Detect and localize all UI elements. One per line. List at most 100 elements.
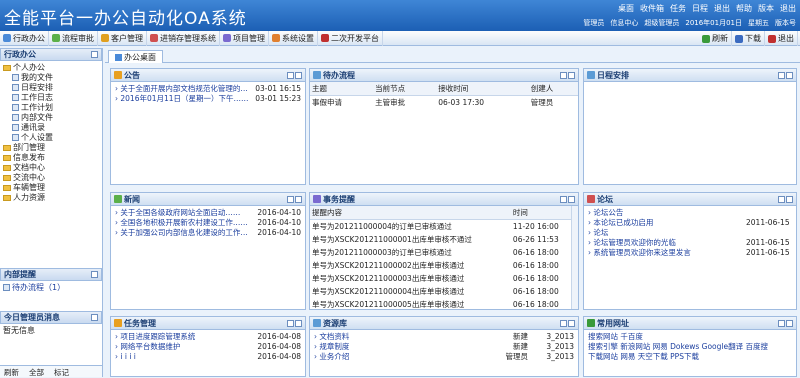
close-icon[interactable] (295, 195, 302, 203)
toolbar-workflow[interactable]: 流程审批 (49, 30, 98, 46)
collapse-icon[interactable] (91, 51, 98, 58)
message-close-icon[interactable] (91, 314, 98, 321)
download-button[interactable]: 下载 (732, 31, 765, 46)
tree-item[interactable]: 通讯录 (3, 123, 99, 133)
tree-folder[interactable]: 部门管理 (3, 143, 99, 153)
forum-title: › 系统管理员欢迎你来这里发言 (588, 248, 691, 257)
minimize-icon[interactable] (287, 71, 294, 79)
flow-row[interactable]: 单号为XSCK201211000005出库单审核通过 06-16 18:00 (310, 298, 572, 309)
task-item[interactable]: › 网络平台数据维护 2016-04-08 (115, 342, 301, 352)
tree-folder[interactable]: 文档中心 (3, 163, 99, 173)
top-nav-help[interactable]: 帮助 (736, 3, 752, 14)
tree-folder[interactable]: 人力资源 (3, 193, 99, 203)
news-item[interactable]: › 关于加强公司内部信息化建设的工作意见 2016-04-10 (115, 228, 301, 238)
close-icon[interactable] (295, 71, 302, 79)
notice-item[interactable]: › 关于全面开展内部文档规范化管理的通知 03-01 16:15 (115, 84, 301, 94)
flow-column-header[interactable]: 时间 (510, 206, 572, 220)
top-nav-schedule[interactable]: 日程 (692, 3, 708, 14)
resource-item[interactable]: › 业务介绍 管理员 3_2013 (314, 352, 574, 362)
task-item[interactable]: › i i i i 2016-04-08 (115, 352, 301, 362)
todo-column-header[interactable]: 主题 (310, 82, 374, 96)
tree-item[interactable]: 内部文件 (3, 113, 99, 123)
exit-button[interactable]: 退出 (765, 31, 798, 46)
close-icon[interactable] (568, 319, 575, 327)
minimize-icon[interactable] (560, 195, 567, 203)
forum-item[interactable]: › 论坛 (588, 228, 792, 238)
toolbar-project[interactable]: 项目管理 (220, 30, 269, 46)
tab-desktop[interactable]: 办公桌面 (108, 50, 163, 63)
todo-column-header[interactable]: 创建人 (528, 82, 578, 96)
forum-item[interactable]: › 论坛管理员欢迎你的光临 2011-06-15 15 (588, 238, 792, 248)
minimize-icon[interactable] (778, 195, 785, 203)
top-nav-inbox[interactable]: 收件箱 (640, 3, 664, 14)
toolbar-dev[interactable]: 二次开发平台 (318, 30, 383, 46)
forum-item[interactable]: › 本论坛已成功启用 2011-06-15 15 (588, 218, 792, 228)
tree-item[interactable]: 工作计划 (3, 103, 99, 113)
flow-row[interactable]: 单号为XSCK201211000004出库单审核通过 06-16 18:00 (310, 285, 572, 298)
news-date: 2016-04-10 (257, 228, 301, 237)
toolbar-settings[interactable]: 系统设置 (269, 30, 318, 46)
tree-item[interactable]: 日程安排 (3, 83, 99, 93)
resource-item[interactable]: › 规章制度 新建 3_2013 (314, 342, 574, 352)
close-icon[interactable] (295, 319, 302, 327)
minimize-icon[interactable] (778, 319, 785, 327)
todo-icon (313, 71, 321, 79)
minimize-icon[interactable] (560, 71, 567, 79)
close-icon[interactable] (568, 71, 575, 79)
todo-row[interactable]: 事假申请 主管审批 06-03 17:30 管理员 (310, 96, 578, 110)
todo-column-header[interactable]: 当前节点 (373, 82, 437, 96)
top-nav-exit[interactable]: 退出 (780, 3, 796, 14)
tree-folder[interactable]: 信息发布 (3, 153, 99, 163)
close-icon[interactable] (786, 195, 793, 203)
link-row[interactable]: 搜索网站 千百度 (588, 332, 792, 342)
tree-label: 通讯录 (21, 123, 45, 132)
reminder-close-icon[interactable] (91, 271, 98, 278)
link-row[interactable]: 搜索引擎 新浪网站 网易 Dokews Google翻译 百度搜 (588, 342, 792, 352)
minimize-icon[interactable] (778, 71, 785, 79)
footer-mark-link[interactable]: 标记 (54, 367, 69, 377)
toolbar-crm[interactable]: 客户管理 (98, 30, 147, 46)
forum-item[interactable]: › 论坛公告 (588, 208, 792, 218)
close-icon[interactable] (786, 319, 793, 327)
flow-row[interactable]: 单号为XSCK201211000001出库单审核不通过 06-26 11:53 (310, 233, 572, 246)
minimize-icon[interactable] (560, 319, 567, 327)
flow-row[interactable]: 单号为201211000003的订单已审核通过 06-16 18:00 (310, 246, 572, 259)
tree-item[interactable]: 工作日志 (3, 93, 99, 103)
footer-all-link[interactable]: 全部 (29, 367, 44, 377)
tree-item[interactable]: 个人设置 (3, 133, 99, 143)
flow-column-header[interactable]: 提醒内容 (310, 206, 511, 220)
reminder-item[interactable]: 待办流程（1） (3, 283, 99, 293)
flow-row[interactable]: 单号为XSCK201211000002出库单审核通过 06-16 18:00 (310, 259, 572, 272)
tree-folder[interactable]: 车辆管理 (3, 183, 99, 193)
minimize-icon[interactable] (287, 319, 294, 327)
tree-folder[interactable]: 交流中心 (3, 173, 99, 183)
task-item[interactable]: › 项目进度跟踪管理系统 2016-04-08 (115, 332, 301, 342)
flow-scrollbar[interactable] (571, 206, 578, 309)
footer-refresh-link[interactable]: 刷新 (4, 367, 19, 377)
close-icon[interactable] (568, 195, 575, 203)
forum-item[interactable]: › 系统管理员欢迎你来这里发言 2011-06-15 15 (588, 248, 792, 258)
notice-item[interactable]: › 2016年01月11日（星期一）下午…… 03-01 15:23 (115, 94, 301, 104)
toolbar-erp[interactable]: 进销存管理系统 (147, 30, 220, 46)
top-nav-task[interactable]: 任务 (670, 3, 686, 14)
news-panel: 新闻 › 关于全国各级政府网站全面启动…… 2016-04-10 › 全国各地积极开… (110, 192, 306, 310)
news-item[interactable]: › 关于全国各级政府网站全面启动…… 2016-04-10 (115, 208, 301, 218)
tree-folder[interactable]: 个人办公 (3, 63, 99, 73)
current-date: 2016年01月01日 (685, 19, 742, 27)
tree-item[interactable]: 我的文件 (3, 73, 99, 83)
flow-row[interactable]: 单号为201211000004的订单已审核通过 11-20 16:00 (310, 220, 572, 234)
flow-row[interactable]: 单号为XSCK201211000003出库单审核通过 06-16 18:00 (310, 272, 572, 285)
refresh-button[interactable]: 刷新 (699, 31, 732, 46)
link-row[interactable]: 下载网站 网易 天空下载 PPS下载 (588, 352, 792, 362)
toolbar-office[interactable]: 行政办公 (0, 30, 49, 46)
top-nav-logout[interactable]: 退出 (714, 3, 730, 14)
news-item[interactable]: › 全国各地积极开展新农村建设工作…… 2016-04-10 (115, 218, 301, 228)
close-icon[interactable] (786, 71, 793, 79)
top-nav-version[interactable]: 版本 (758, 3, 774, 14)
resource-item[interactable]: › 文档资料 新建 3_2013 (314, 332, 574, 342)
top-nav-home[interactable]: 桌面 (618, 3, 634, 14)
minimize-icon[interactable] (287, 195, 294, 203)
exit-icon (768, 34, 776, 43)
todo-column-header[interactable]: 接收时间 (436, 82, 529, 96)
news-icon (114, 195, 122, 203)
